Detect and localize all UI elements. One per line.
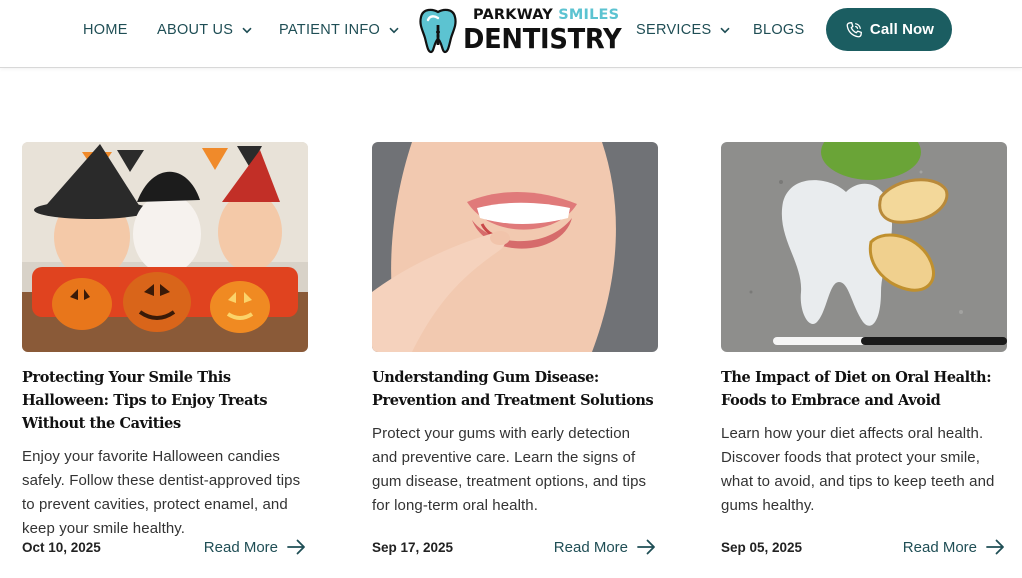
nav-about-us[interactable]: ABOUT US — [157, 20, 252, 40]
blog-card-date: Oct 10, 2025 — [22, 539, 101, 555]
read-more-label: Read More — [902, 538, 977, 556]
blog-card: The Impact of Diet on Oral Health: Foods… — [721, 142, 1007, 556]
blog-card-excerpt: Enjoy your favorite Halloween candies sa… — [22, 448, 301, 537]
arrow-right-icon — [986, 539, 1005, 555]
blog-card-title[interactable]: The Impact of Diet on Oral Health: Foods… — [721, 366, 1007, 412]
read-more-link[interactable]: Read More — [903, 539, 1007, 556]
arrow-right-icon — [637, 539, 656, 555]
blog-card-image[interactable] — [372, 142, 658, 352]
nav-about-label: ABOUT US — [157, 22, 234, 38]
site-header: HOME ABOUT US PATIENT INFO PARKWAY SMILE… — [0, 0, 1022, 68]
tooth-logo-icon — [419, 8, 457, 54]
read-more-label: Read More — [203, 538, 278, 556]
blog-card-image[interactable] — [22, 142, 308, 352]
blog-card-title[interactable]: Understanding Gum Disease: Prevention an… — [372, 366, 658, 412]
read-more-link[interactable]: Read More — [204, 539, 308, 556]
blog-card-excerpt: Protect your gums with early detection a… — [372, 425, 647, 514]
nav-blogs-label: BLOGS — [753, 22, 805, 38]
arrow-right-icon — [287, 539, 306, 555]
nav-patient-info[interactable]: PATIENT INFO — [279, 20, 399, 40]
blog-card: Protecting Your Smile This Halloween: Ti… — [22, 142, 308, 556]
chevron-down-icon — [242, 27, 252, 34]
phone-icon — [844, 20, 864, 40]
nav-patient-label: PATIENT INFO — [279, 22, 381, 38]
chevron-down-icon — [720, 27, 731, 34]
nav-blogs[interactable]: BLOGS — [753, 20, 804, 40]
blog-card-excerpt: Learn how your diet affects oral health.… — [721, 425, 995, 514]
logo-line-2: DENTISTRY — [463, 22, 622, 55]
blog-card-date: Sep 17, 2025 — [372, 539, 454, 555]
read-more-label: Read More — [553, 538, 628, 556]
blog-card-title[interactable]: Protecting Your Smile This Halloween: Ti… — [22, 366, 308, 435]
read-more-link[interactable]: Read More — [554, 539, 658, 556]
blog-card-footer: Oct 10, 2025 Read More — [22, 536, 308, 558]
logo-word-1: PARKWAY — [473, 7, 553, 23]
blog-card: Understanding Gum Disease: Prevention an… — [372, 142, 658, 556]
nav-home[interactable]: HOME — [83, 20, 128, 40]
blog-card-date: Sep 05, 2025 — [721, 539, 803, 555]
site-logo[interactable]: PARKWAY SMILES DENTISTRY — [419, 7, 622, 57]
call-now-label: Call Now — [869, 21, 935, 38]
blog-card-footer: Sep 05, 2025 Read More — [721, 536, 1007, 558]
blog-card-image[interactable] — [721, 142, 1007, 352]
nav-services-label: SERVICES — [636, 22, 712, 38]
nav-services[interactable]: SERVICES — [636, 20, 731, 40]
call-now-button[interactable]: Call Now — [826, 8, 952, 51]
nav-home-label: HOME — [83, 22, 128, 38]
logo-word-2: SMILES — [558, 7, 620, 23]
blog-card-footer: Sep 17, 2025 Read More — [372, 536, 658, 558]
chevron-down-icon — [389, 27, 399, 34]
logo-line-1: PARKWAY SMILES — [473, 7, 619, 23]
